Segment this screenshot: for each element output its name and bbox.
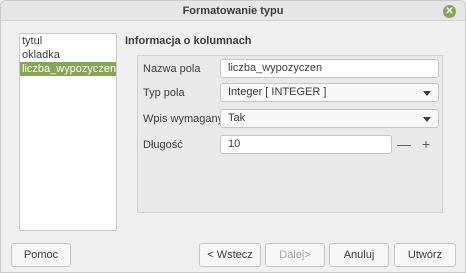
list-item[interactable]: okladka: [20, 48, 116, 62]
chevron-down-icon: [423, 91, 431, 96]
column-list: tytul okladka liczba_wypozyczen: [19, 33, 117, 231]
next-button[interactable]: Dalej>: [265, 243, 325, 267]
required-value: Tak: [228, 112, 246, 124]
window-title: Formatowanie typu: [182, 5, 284, 17]
field-type-value: Integer [ INTEGER ]: [228, 86, 327, 98]
field-type-label: Typ pola: [143, 87, 185, 99]
length-label: Długość: [143, 139, 183, 151]
required-label: Wpis wymagany: [143, 113, 224, 125]
title-bar: Formatowanie typu ✕: [1, 1, 465, 21]
required-select[interactable]: Tak: [220, 109, 439, 128]
create-button[interactable]: Utwórz: [394, 243, 456, 267]
help-button[interactable]: Pomoc: [11, 243, 71, 267]
back-button[interactable]: < Wstecz: [199, 243, 261, 267]
close-icon[interactable]: ✕: [443, 5, 456, 18]
column-info-panel: [137, 55, 443, 213]
list-item[interactable]: tytul: [20, 34, 116, 48]
cancel-button[interactable]: Anuluj: [329, 243, 389, 267]
length-input[interactable]: 10: [220, 135, 392, 154]
list-item-selected[interactable]: liczba_wypozyczen: [20, 62, 116, 76]
dialog-window: Formatowanie typu ✕ tytul okladka liczba…: [0, 0, 466, 273]
field-name-input[interactable]: liczba_wypozyczen: [220, 59, 439, 78]
decrement-button[interactable]: —: [393, 135, 415, 154]
chevron-down-icon: [423, 117, 431, 122]
increment-button[interactable]: +: [415, 135, 437, 154]
field-type-select[interactable]: Integer [ INTEGER ]: [220, 83, 439, 102]
section-title: Informacja o kolumnach: [125, 35, 252, 47]
field-name-label: Nazwa pola: [143, 63, 201, 75]
